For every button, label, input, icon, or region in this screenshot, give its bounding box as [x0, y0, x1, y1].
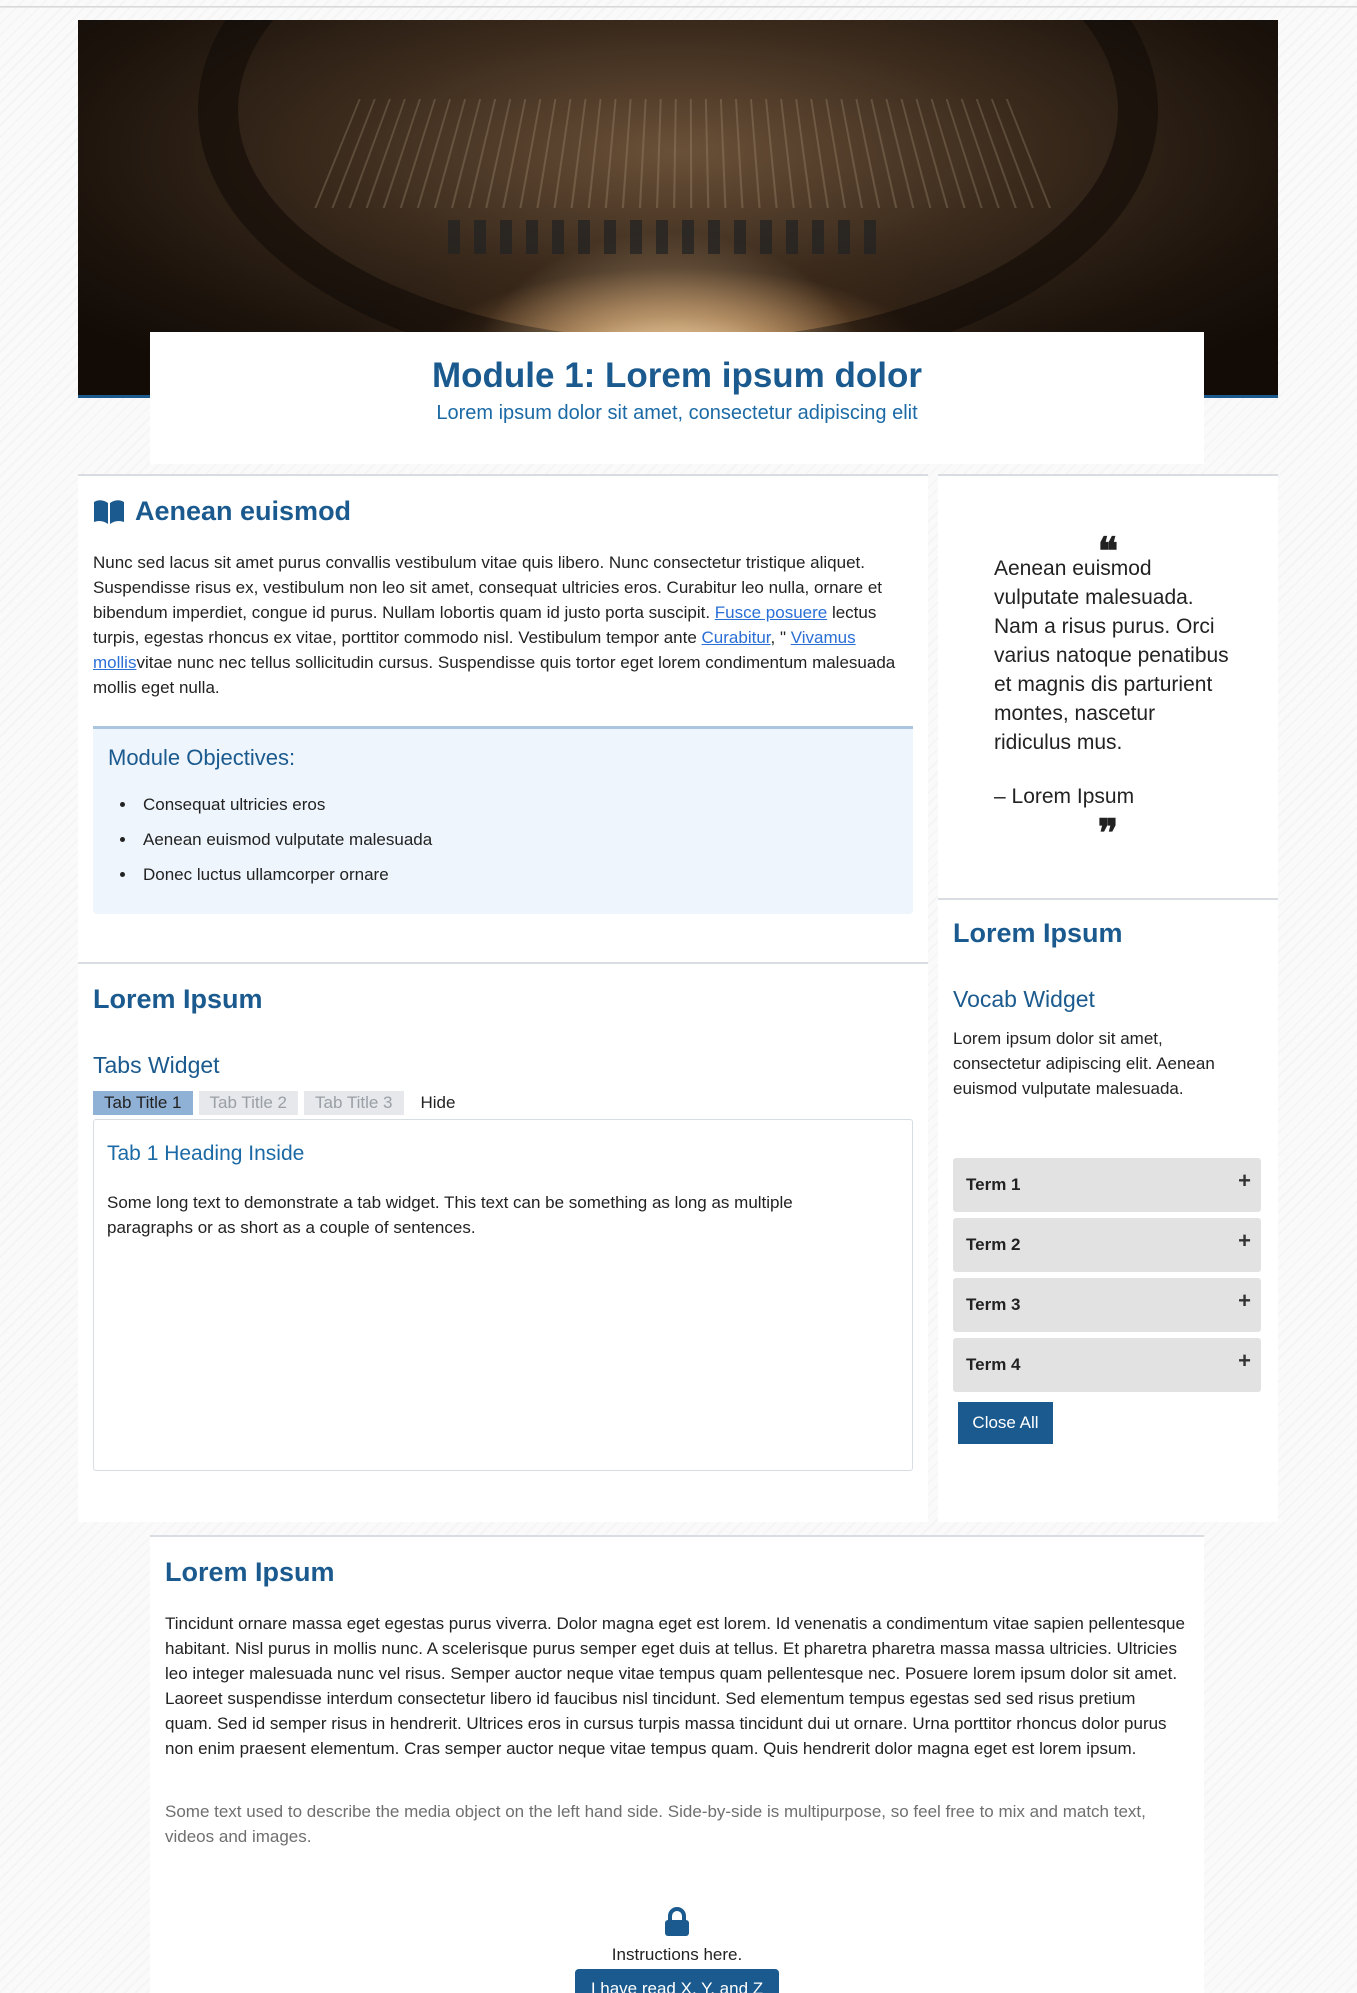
module-objectives: Module Objectives: Consequat ultricies e…	[93, 726, 913, 914]
term-label: Term 3	[966, 1295, 1021, 1314]
bottom-paragraph: Tincidunt ornare massa eget egestas puru…	[165, 1614, 1185, 1758]
content-fade	[150, 1847, 1204, 1877]
tab-title-2[interactable]: Tab Title 2	[198, 1091, 298, 1115]
page-subtitle: Lorem ipsum dolor sit amet, consectetur …	[436, 402, 918, 424]
tabs-section-heading: Lorem Ipsum	[93, 984, 263, 1014]
bottom-section: Lorem Ipsum Tincidunt ornare massa eget …	[150, 1535, 1204, 1993]
page-title: Module 1: Lorem ipsum dolor	[431, 356, 923, 395]
quote-text: Aenean euismod vulputate malesuada. Nam …	[994, 557, 1229, 754]
tab-panel-text: Some long text to demonstrate a tab widg…	[107, 1193, 793, 1237]
term-label: Term 2	[966, 1235, 1021, 1254]
list-item: Consequat ultricies eros	[137, 795, 432, 815]
intro-section: Aenean euismod Nunc sed lacus sit amet p…	[78, 474, 928, 964]
close-all-button[interactable]: Close All	[958, 1402, 1053, 1444]
title-card: Module 1: Lorem ipsum dolor Lorem ipsum …	[150, 332, 1204, 464]
tab-panel-heading: Tab 1 Heading Inside	[107, 1142, 305, 1165]
term-list: Term 1 + Term 2 + Term 3 + Term 4 +	[953, 1158, 1261, 1398]
media-caption: Some text used to describe the media obj…	[165, 1802, 1146, 1846]
list-item: Aenean euismod vulputate malesuada	[137, 830, 432, 850]
instructions-text: Instructions here.	[611, 1945, 743, 1964]
vocab-description: Lorem ipsum dolor sit amet, consectetur …	[953, 1029, 1215, 1098]
objectives-heading: Module Objectives:	[108, 745, 296, 770]
intro-title: Aenean euismod	[135, 496, 352, 526]
plus-icon[interactable]: +	[1238, 1228, 1251, 1254]
hide-tabs-button[interactable]: Hide	[410, 1091, 467, 1115]
tab-panel: Tab 1 Heading Inside Some long text to d…	[93, 1119, 913, 1471]
term-label: Term 1	[966, 1175, 1021, 1194]
bottom-section-heading: Lorem Ipsum	[165, 1557, 335, 1587]
intro-heading: Aenean euismod	[93, 496, 351, 527]
link-fusce-posuere[interactable]: Fusce posuere	[715, 603, 827, 622]
link-curabitur[interactable]: Curabitur	[702, 628, 771, 647]
confirm-read-button[interactable]: I have read X, Y, and Z	[575, 1969, 779, 1993]
list-item: Donec luctus ullamcorper ornare	[137, 865, 432, 885]
tab-title-3[interactable]: Tab Title 3	[304, 1091, 404, 1115]
term-label: Term 4	[966, 1355, 1021, 1374]
plus-icon[interactable]: +	[1238, 1168, 1251, 1194]
tab-title-1[interactable]: Tab Title 1	[93, 1091, 193, 1115]
intro-paragraph: Nunc sed lacus sit amet purus convallis …	[93, 553, 896, 697]
quote-block: ❝ Aenean euismod vulputate malesuada. Na…	[938, 474, 1278, 898]
vocab-section-heading: Lorem Ipsum	[953, 918, 1123, 948]
tab-bar: Tab Title 1 Tab Title 2 Tab Title 3 Hide	[93, 1091, 466, 1115]
lock-icon	[664, 1907, 690, 1937]
vocab-section: Lorem Ipsum Vocab Widget Lorem ipsum dol…	[938, 898, 1278, 1522]
objectives-list: Consequat ultricies eros Aenean euismod …	[137, 795, 432, 900]
tabs-widget-title: Tabs Widget	[93, 1052, 220, 1078]
top-border	[0, 6, 1357, 8]
term-accordion-1[interactable]: Term 1 +	[953, 1158, 1261, 1212]
vocab-widget-title: Vocab Widget	[953, 986, 1095, 1012]
term-accordion-4[interactable]: Term 4 +	[953, 1338, 1261, 1392]
plus-icon[interactable]: +	[1238, 1288, 1251, 1314]
book-open-icon	[93, 499, 125, 525]
quote-author: – Lorem Ipsum	[994, 785, 1135, 808]
quote-close-icon: ❞	[1097, 810, 1119, 855]
term-accordion-2[interactable]: Term 2 +	[953, 1218, 1261, 1272]
term-accordion-3[interactable]: Term 3 +	[953, 1278, 1261, 1332]
plus-icon[interactable]: +	[1238, 1348, 1251, 1374]
tabs-section: Lorem Ipsum Tabs Widget Tab Title 1 Tab …	[78, 962, 928, 1522]
